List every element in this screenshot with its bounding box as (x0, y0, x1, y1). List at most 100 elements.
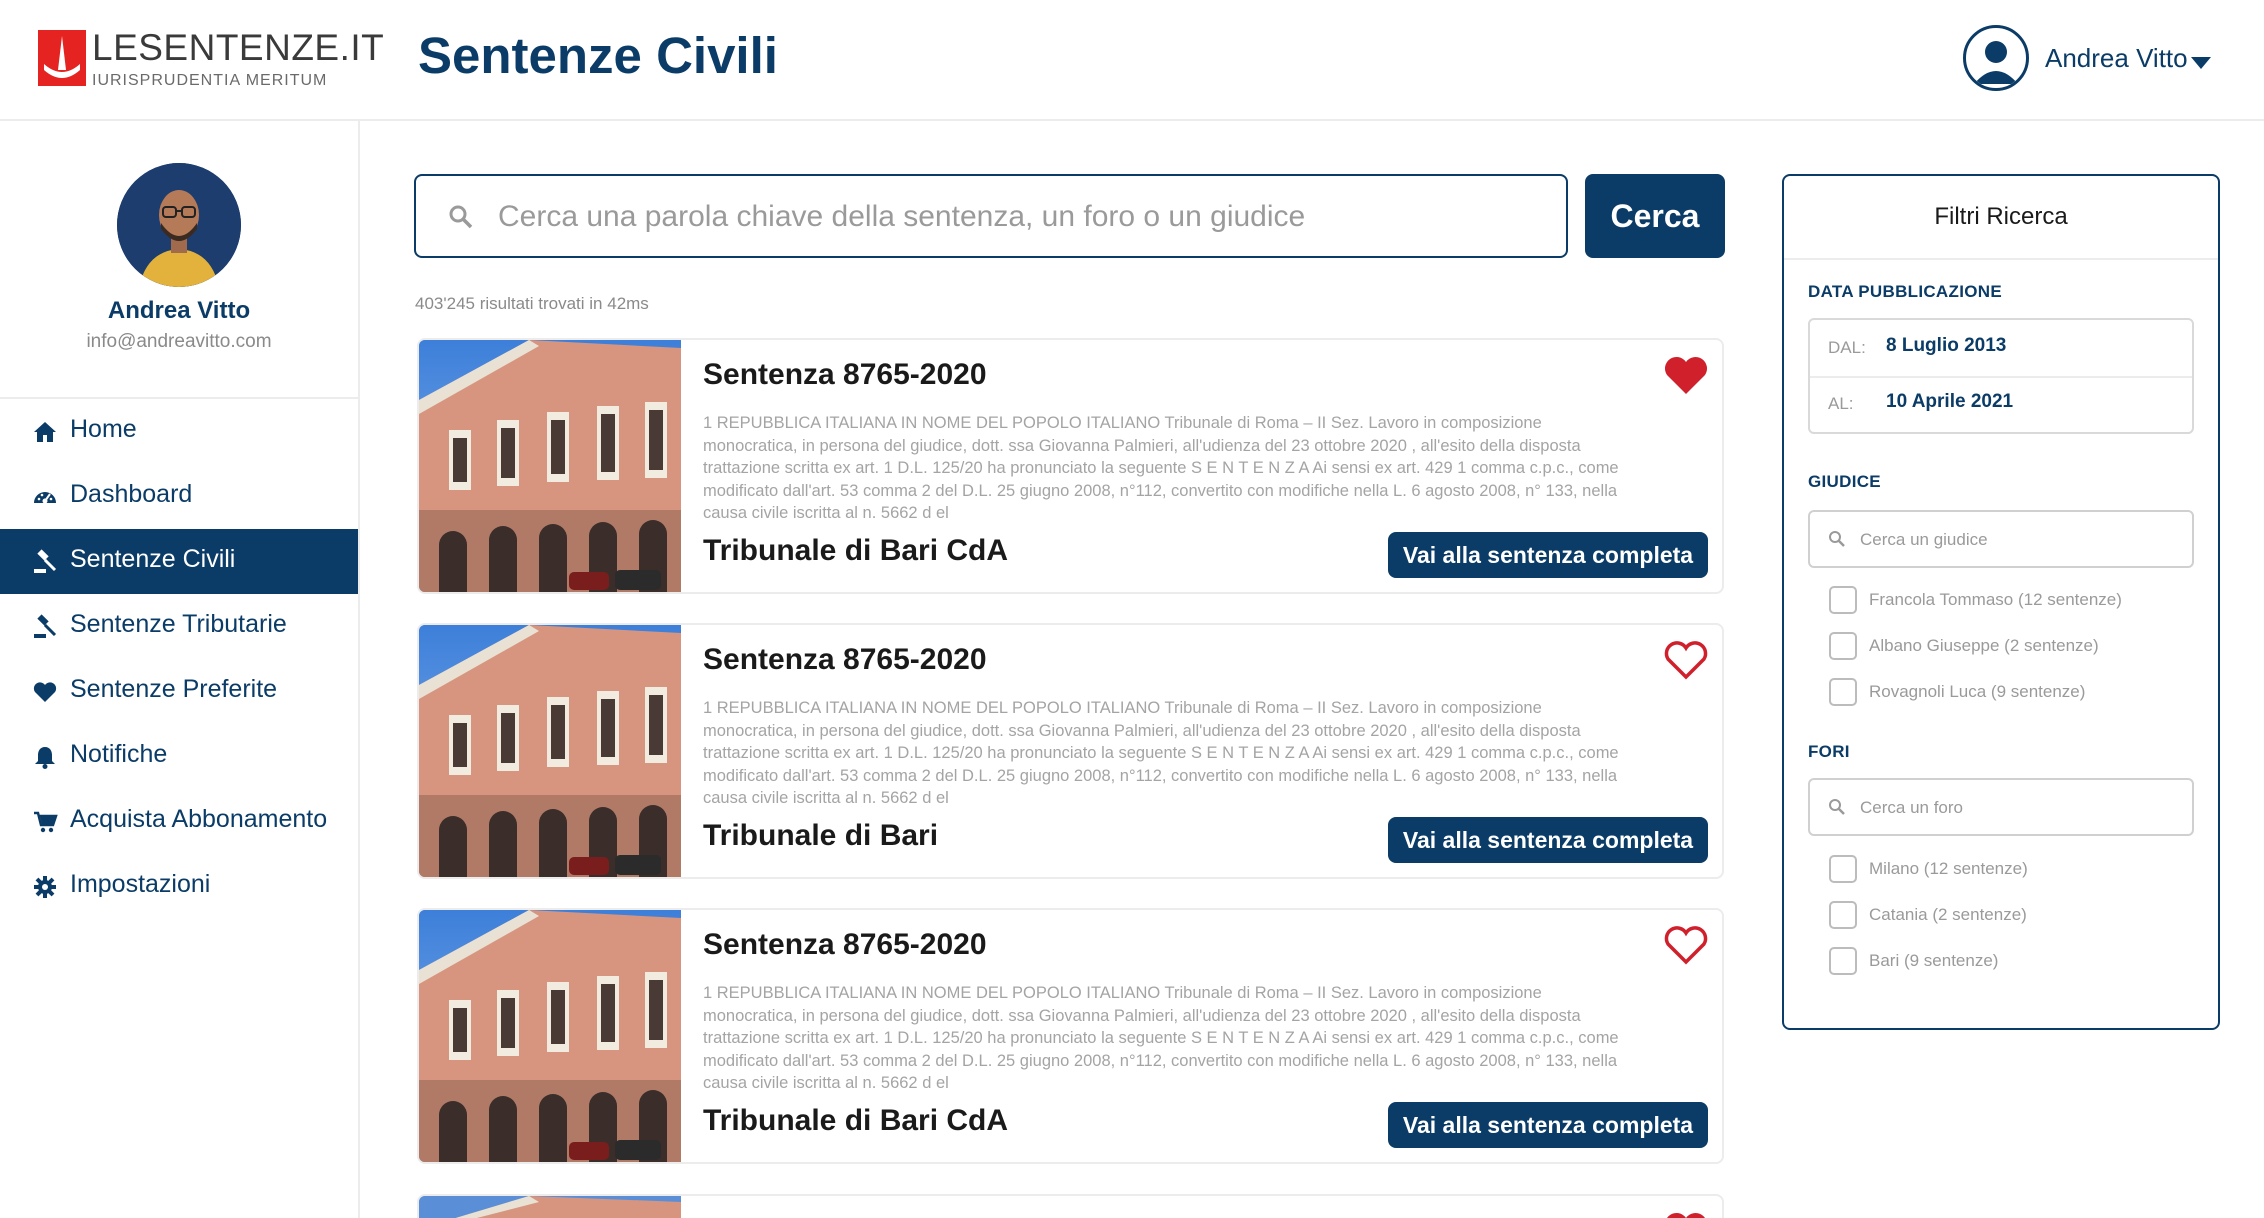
judge-checkbox-item[interactable]: Albano Giuseppe (2 sentenze) (1829, 632, 2189, 664)
result-excerpt: 1 REPUBBLICA ITALIANA IN NOME DEL POPOLO… (703, 699, 1619, 807)
sidebar-item-acquista-abbonamento[interactable]: Acquista Abbonamento (0, 789, 358, 854)
court-checkbox-item[interactable]: Bari (9 sentenze) (1829, 947, 2189, 979)
search-icon (1829, 799, 1845, 815)
profile-name: Andrea Vitto (107, 297, 251, 324)
gavel-icon (34, 614, 57, 638)
court-checkbox-item[interactable]: Catania (2 sentenze) (1829, 901, 2189, 933)
sidebar-item-label: Acquista Abbonamento (70, 805, 328, 833)
checkbox-label: Bari (9 sentenze) (1869, 951, 1999, 970)
result-card: Sentenza 8765-2020 1 REPUBBLICA ITALIANA… (417, 908, 1724, 1164)
sidebar-item-label: Impostazioni (70, 870, 211, 898)
building-image (419, 340, 681, 592)
checkbox[interactable] (1829, 586, 1857, 614)
heart-outline-icon[interactable] (1663, 924, 1709, 966)
gear-icon (34, 876, 56, 898)
bell-icon (35, 747, 55, 769)
result-card: Sentenza 8765-2020 1 REPUBBLICA ITALIANA… (417, 338, 1724, 594)
building-thumbnail[interactable] (419, 1196, 681, 1218)
brand-name: LESENTENZE.IT (92, 27, 385, 68)
search-input[interactable] (496, 186, 1550, 248)
search-icon (1829, 531, 1845, 547)
filters-panel: Filtri Ricerca DATA PUBBLICAZIONE DAL: 8… (1782, 174, 2220, 1030)
court-checkbox-item[interactable]: Milano (12 sentenze) (1829, 855, 2189, 887)
judge-checkbox-item[interactable]: Francola Tommaso (12 sentenze) (1829, 586, 2189, 618)
result-court: Tribunale di Bari CdA (703, 1104, 1009, 1137)
court-search-field[interactable] (1808, 778, 2194, 836)
date-to-label: AL: (1828, 394, 1854, 413)
judge-search-input[interactable] (1858, 524, 2182, 556)
sidebar-item-label: Sentenze Tributarie (70, 610, 287, 638)
user-menu[interactable]: Andrea Vitto (1963, 25, 2223, 97)
top-bar: LESENTENZE.IT IURISPRUDENTIA MERITUM Sen… (0, 0, 2264, 121)
search-bar[interactable] (414, 174, 1568, 258)
date-range: DAL: 8 Luglio 2013 AL: 10 Aprile 2021 (1808, 318, 2194, 434)
dashboard-icon (34, 492, 56, 504)
sidebar-nav: Home Dashboard Sentenze Civili Sentenze … (0, 399, 358, 919)
sidebar-item-label: Home (70, 415, 137, 443)
checkbox[interactable] (1829, 678, 1857, 706)
result-court: Tribunale di Bari CdA (703, 534, 1009, 567)
court-search-input[interactable] (1858, 792, 2182, 824)
sidebar-item-notifiche[interactable]: Notifiche (0, 724, 358, 789)
chevron-down-icon[interactable] (2191, 57, 2211, 69)
filters-title: Filtri Ricerca (1784, 176, 2218, 260)
user-icon (1963, 25, 2029, 91)
result-excerpt: 1 REPUBBLICA ITALIANA IN NOME DEL POPOLO… (703, 984, 1619, 1092)
brand-logo[interactable]: LESENTENZE.IT IURISPRUDENTIA MERITUM (38, 27, 384, 94)
result-excerpt: 1 REPUBBLICA ITALIANA IN NOME DEL POPOLO… (703, 414, 1619, 522)
building-thumbnail[interactable] (419, 625, 681, 877)
building-image (419, 625, 681, 877)
building-thumbnail[interactable] (419, 910, 681, 1162)
section-date-label: DATA PUBBLICAZIONE (1808, 282, 2002, 301)
home-icon (34, 422, 56, 442)
heart-filled-icon[interactable] (1663, 1210, 1709, 1218)
checkbox-label: Rovagnoli Luca (9 sentenze) (1869, 682, 2086, 701)
date-from-label: DAL: (1828, 338, 1866, 357)
profile-card: Andrea Vitto info@andreavitto.com (0, 121, 358, 399)
heart-icon (33, 682, 57, 702)
sidebar-item-label: Notifiche (70, 740, 168, 768)
result-title[interactable]: Sentenza 8765-2020 (703, 643, 987, 677)
search-icon (449, 205, 473, 229)
sidebar-item-dashboard[interactable]: Dashboard (0, 464, 358, 529)
building-image (419, 910, 681, 1162)
checkbox[interactable] (1829, 855, 1857, 883)
avatar[interactable] (117, 163, 241, 287)
results-count: 403'245 risultati trovati in 42ms (415, 294, 649, 313)
result-court: Tribunale di Bari (703, 819, 939, 852)
result-title[interactable]: Sentenza 8765-2020 (703, 358, 987, 392)
sidebar-item-label: Sentenze Preferite (70, 675, 278, 703)
sidebar-item-home[interactable]: Home (0, 399, 358, 464)
date-from-value: 8 Luglio 2013 (1886, 335, 2007, 356)
cart-icon (34, 811, 58, 833)
sidebar-item-sentenze-tributarie[interactable]: Sentenze Tributarie (0, 594, 358, 659)
date-to-field[interactable]: AL: 10 Aprile 2021 (1810, 376, 2192, 432)
gavel-logo-icon (38, 30, 86, 86)
sidebar-item-sentenze-civili[interactable]: Sentenze Civili (0, 529, 358, 594)
sidebar-item-impostazioni[interactable]: Impostazioni (0, 854, 358, 919)
user-name: Andrea Vitto (2045, 43, 2188, 73)
judge-search-field[interactable] (1808, 510, 2194, 568)
building-image (419, 1196, 681, 1218)
checkbox[interactable] (1829, 947, 1857, 975)
sidebar-item-label: Dashboard (70, 480, 193, 508)
heart-outline-icon[interactable] (1663, 639, 1709, 681)
date-from-field[interactable]: DAL: 8 Luglio 2013 (1810, 320, 2192, 378)
result-title[interactable]: Sentenza 8765-2020 (703, 928, 987, 962)
checkbox-label: Catania (2 sentenze) (1869, 905, 2027, 924)
open-sentence-button[interactable]: Vai alla sentenza completa (1388, 817, 1708, 863)
judge-checkbox-item[interactable]: Rovagnoli Luca (9 sentenze) (1829, 678, 2189, 710)
heart-filled-icon[interactable] (1663, 354, 1709, 396)
checkbox-label: Francola Tommaso (12 sentenze) (1869, 590, 2122, 609)
checkbox[interactable] (1829, 632, 1857, 660)
sidebar-item-sentenze-preferite[interactable]: Sentenze Preferite (0, 659, 358, 724)
result-card (417, 1194, 1724, 1218)
brand-tagline: IURISPRUDENTIA MERITUM (92, 72, 328, 89)
section-court-label: FORI (1808, 742, 1850, 761)
building-thumbnail[interactable] (419, 340, 681, 592)
search-button[interactable]: Cerca (1585, 174, 1725, 258)
open-sentence-button[interactable]: Vai alla sentenza completa (1388, 1102, 1708, 1148)
checkbox-label: Milano (12 sentenze) (1869, 859, 2028, 878)
checkbox[interactable] (1829, 901, 1857, 929)
open-sentence-button[interactable]: Vai alla sentenza completa (1388, 532, 1708, 578)
